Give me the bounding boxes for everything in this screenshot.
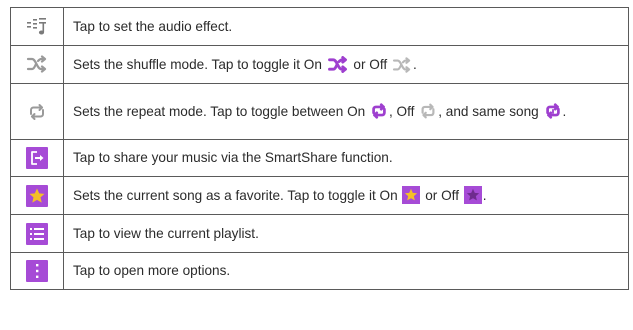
description-text: , Off: [389, 104, 419, 119]
table-row: Sets the repeat mode. Tap to toggle betw…: [10, 83, 629, 140]
icon-description-table: Tap to set the audio effect. Sets the sh…: [10, 7, 629, 290]
more-options-icon: [26, 260, 48, 282]
table-row: Tap to share your music via the SmartSha…: [10, 139, 629, 177]
table-row: Sets the shuffle mode. Tap to toggle it …: [10, 45, 629, 84]
icon-cell: [10, 7, 64, 46]
description-text: .: [562, 104, 567, 119]
repeat-icon: [27, 102, 47, 122]
smartshare-icon: [26, 147, 48, 169]
description-cell: Tap to view the current playlist.: [63, 214, 629, 253]
description-text: Sets the repeat mode. Tap to toggle betw…: [73, 104, 369, 119]
table-row: Tap to view the current playlist.: [10, 214, 629, 253]
description-text: Tap to open more options.: [73, 263, 231, 278]
icon-cell: [10, 45, 64, 84]
playlist-icon: [26, 222, 48, 245]
table-row: Tap to set the audio effect.: [10, 7, 629, 46]
favorite-off-icon: [463, 186, 482, 204]
favorite-star-icon: [26, 184, 48, 207]
description-text: Sets the shuffle mode. Tap to toggle it …: [73, 56, 326, 72]
shuffle-on-icon: [327, 55, 349, 73]
description-text: Tap to share your music via the SmartSha…: [73, 150, 393, 165]
description-cell: Tap to open more options.: [63, 252, 629, 290]
table-row: Sets the current song as a favorite. Tap…: [10, 176, 629, 215]
shuffle-icon: [26, 55, 48, 73]
icon-cell: [10, 252, 64, 290]
description-text: Tap to view the current playlist.: [73, 225, 259, 241]
description-cell: Tap to share your music via the SmartSha…: [63, 139, 629, 177]
repeat-one-icon: [544, 102, 562, 120]
description-text: , and same song: [438, 104, 543, 119]
description-text: or Off: [421, 188, 463, 203]
description-cell: Sets the repeat mode. Tap to toggle betw…: [63, 83, 629, 140]
description-text: .: [412, 56, 417, 72]
table-row: Tap to open more options.: [10, 252, 629, 290]
shuffle-off-icon: [392, 56, 412, 73]
description-text: or Off: [349, 56, 391, 72]
description-text: Tap to set the audio effect.: [73, 18, 233, 34]
description-text: Sets the current song as a favorite. Tap…: [73, 188, 402, 203]
repeat-off-icon: [419, 102, 437, 120]
icon-cell: [10, 139, 64, 177]
equalizer-music-icon: [26, 17, 48, 37]
description-cell: Sets the shuffle mode. Tap to toggle it …: [63, 45, 629, 84]
icon-cell: [10, 176, 64, 215]
repeat-on-icon: [370, 102, 388, 120]
icon-cell: [10, 83, 64, 140]
icon-cell: [10, 214, 64, 253]
description-cell: Sets the current song as a favorite. Tap…: [63, 176, 629, 215]
favorite-on-icon: [402, 186, 421, 204]
description-cell: Tap to set the audio effect.: [63, 7, 629, 46]
description-text: .: [482, 188, 487, 203]
